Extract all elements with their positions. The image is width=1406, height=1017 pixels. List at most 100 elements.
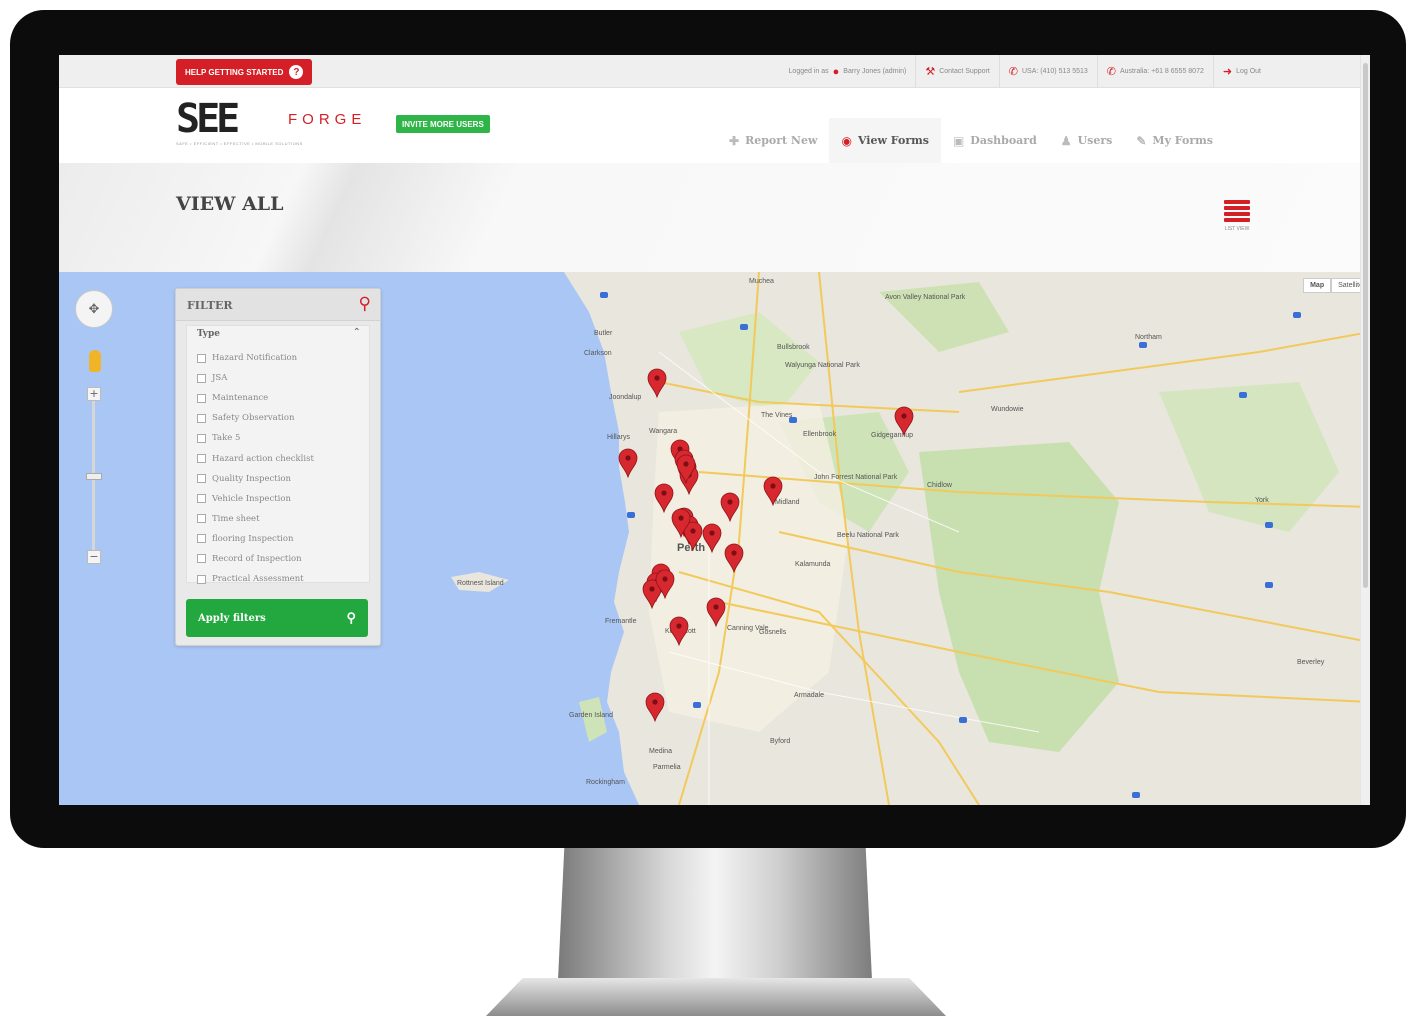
- map-place-label: Beverley: [1297, 659, 1325, 666]
- header: SEE FORGE SAFE • EFFICIENT • EFFECTIVE •…: [59, 88, 1370, 163]
- edit-icon: ✎: [1136, 133, 1147, 148]
- phone-icon: ✆: [1106, 66, 1116, 78]
- zoom-slider-thumb[interactable]: [86, 473, 102, 480]
- map-marker-dot: [901, 413, 907, 419]
- map-marker-dot: [654, 375, 660, 381]
- logged-in-info: Logged in as ● Barry Jones (admin): [780, 55, 916, 88]
- dashboard-icon: ▣: [952, 133, 965, 148]
- type-heading: Type: [197, 329, 220, 339]
- phone-australia-label: Australia: +61 8 6555 8072: [1119, 68, 1204, 75]
- search-icon[interactable]: ⚲: [359, 294, 371, 314]
- checkbox[interactable]: [197, 514, 206, 524]
- filter-option[interactable]: Vehicle Inspection: [197, 489, 314, 509]
- filter-header: FILTER ⚲: [176, 289, 380, 321]
- filter-option[interactable]: Quality Inspection: [197, 469, 314, 489]
- filter-option[interactable]: Hazard Notification: [197, 348, 314, 368]
- logo-forge: FORGE: [288, 111, 367, 128]
- invite-more-users-button[interactable]: INVITE MORE USERS: [396, 115, 490, 133]
- logout-label: Log Out: [1236, 68, 1261, 75]
- filter-option-label: Hazard action checklist: [212, 453, 314, 464]
- filter-option-label: Safety Observation: [212, 413, 295, 424]
- question-circle-icon: ?: [289, 65, 304, 79]
- top-bar: HELP GETTING STARTED ? Logged in as ● Ba…: [59, 55, 1370, 88]
- map-place-label: Wangara: [649, 428, 677, 435]
- seeforge-logo[interactable]: SEE FORGE SAFE • EFFICIENT • EFFECTIVE •…: [176, 99, 376, 149]
- filter-option-label: Vehicle Inspection: [212, 493, 291, 504]
- apply-filters-label: Apply filters: [198, 612, 266, 624]
- logged-in-prefix: Logged in as: [788, 68, 829, 75]
- list-view-label: LIST VIEW: [1224, 226, 1250, 232]
- filter-option[interactable]: Practical Assessment: [197, 569, 314, 589]
- contact-support-link[interactable]: ⚒ Contact Support: [915, 55, 998, 88]
- scrollbar-thumb[interactable]: [1363, 63, 1368, 588]
- checkbox[interactable]: [197, 393, 206, 403]
- map-marker-dot: [662, 576, 668, 582]
- map-marker-dot: [713, 604, 719, 610]
- checkbox[interactable]: [197, 373, 206, 383]
- filter-option[interactable]: Take 5: [197, 428, 314, 448]
- filter-option-label: Take 5: [212, 433, 241, 444]
- help-getting-started-button[interactable]: HELP GETTING STARTED ?: [176, 59, 313, 85]
- filter-option[interactable]: Time sheet: [197, 509, 314, 529]
- filter-option-label: flooring Inspection: [212, 533, 294, 544]
- street-view-pegman-icon[interactable]: [89, 350, 101, 372]
- filter-type-section: Type ⌃ Hazard Notification JSA Maintenance…: [186, 325, 370, 584]
- user-name[interactable]: Barry Jones (admin): [843, 68, 906, 75]
- logout-link[interactable]: ➜ Log Out: [1212, 55, 1270, 88]
- map-place-label: Clarkson: [584, 350, 612, 357]
- pan-control[interactable]: ✥: [75, 290, 113, 328]
- checkbox[interactable]: [197, 534, 206, 544]
- filter-option-label: Time sheet: [212, 513, 260, 524]
- map-marker-dot: [709, 530, 715, 536]
- checkbox[interactable]: [197, 353, 206, 363]
- filter-option-label: JSA: [212, 373, 228, 384]
- plus-icon: ✚: [729, 133, 740, 148]
- map-marker-dot: [678, 515, 684, 521]
- tab-dashboard[interactable]: ▣ Dashboard: [941, 118, 1049, 163]
- filter-option[interactable]: JSA: [197, 368, 314, 388]
- tab-view-forms[interactable]: ◉ View Forms: [829, 118, 941, 163]
- tab-report-new[interactable]: ✚ Report New: [717, 118, 829, 163]
- phone-usa-link[interactable]: ✆ USA: (410) 513 5513: [998, 55, 1097, 88]
- checkbox[interactable]: [197, 574, 206, 584]
- map-place-label: Rottnest Island: [457, 580, 504, 587]
- zoom-in-button[interactable]: +: [87, 387, 101, 401]
- map-place-label: Beelu National Park: [837, 532, 899, 539]
- filter-option[interactable]: Maintenance: [197, 388, 314, 408]
- list-icon: [1224, 200, 1250, 222]
- filter-option[interactable]: Record of Inspection: [197, 549, 314, 569]
- tab-my-forms[interactable]: ✎ My Forms: [1124, 118, 1225, 163]
- apply-filters-button[interactable]: Apply filters ⚲: [186, 599, 368, 637]
- checkbox[interactable]: [197, 474, 206, 484]
- filter-panel: FILTER ⚲ Type ⌃ Hazard Notification JSA Ma…: [175, 288, 381, 646]
- checkbox[interactable]: [197, 433, 206, 443]
- map-place-label: Midland: [775, 499, 800, 506]
- checkbox[interactable]: [197, 554, 206, 564]
- chevron-up-icon[interactable]: ⌃: [353, 327, 361, 338]
- map-place-label: Butler: [594, 330, 613, 337]
- map-place-label: Armadale: [794, 692, 824, 699]
- checkbox[interactable]: [197, 454, 206, 464]
- phone-icon: ✆: [1008, 66, 1018, 78]
- filter-option[interactable]: Safety Observation: [197, 408, 314, 428]
- map-place-label: Medina: [649, 748, 672, 755]
- map-place-label: Walyunga National Park: [785, 362, 860, 369]
- phone-australia-link[interactable]: ✆ Australia: +61 8 6555 8072: [1096, 55, 1213, 88]
- map-place-label: Wundowie: [991, 406, 1024, 413]
- logo-see: SEE: [176, 96, 240, 142]
- checkbox[interactable]: [197, 494, 206, 504]
- filter-option[interactable]: flooring Inspection: [197, 529, 314, 549]
- top-links: Logged in as ● Barry Jones (admin) ⚒ Con…: [780, 55, 1270, 88]
- tab-users[interactable]: ♟ Users: [1049, 118, 1125, 163]
- map-type-map-button[interactable]: Map: [1303, 278, 1332, 293]
- filter-option-label: Hazard Notification: [212, 353, 298, 364]
- monitor-stand-base: [486, 978, 946, 1016]
- filter-option[interactable]: Hazard action checklist: [197, 448, 314, 468]
- zoom-out-button[interactable]: −: [87, 550, 101, 564]
- map-marker-dot: [661, 490, 667, 496]
- list-view-button[interactable]: LIST VIEW: [1207, 200, 1267, 232]
- tab-label: Report New: [745, 134, 818, 147]
- checkbox[interactable]: [197, 413, 206, 423]
- map-view[interactable]: Muchea Avon Valley National Park Bullsbroo…: [59, 272, 1370, 805]
- page-scrollbar[interactable]: [1360, 55, 1370, 805]
